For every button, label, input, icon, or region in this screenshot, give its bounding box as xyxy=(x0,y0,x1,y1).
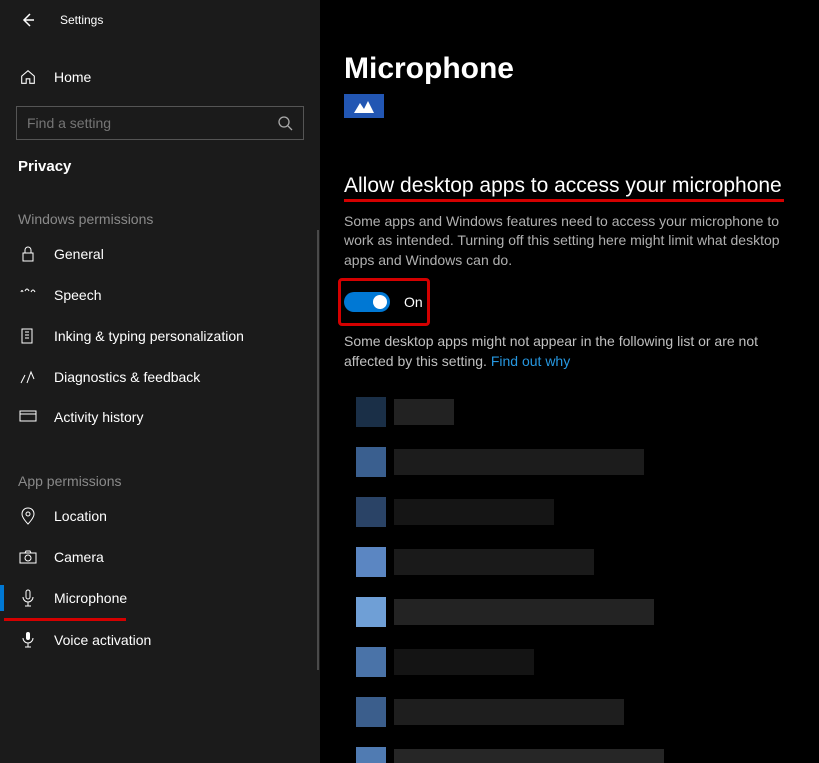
app-icon xyxy=(356,697,386,727)
diagnostics-icon xyxy=(18,369,38,385)
app-name-redacted xyxy=(394,549,594,575)
app-row xyxy=(356,687,789,737)
app-row xyxy=(356,637,789,687)
app-name-redacted xyxy=(394,649,534,675)
arrow-left-icon xyxy=(20,12,36,28)
sidebar-item-voice[interactable]: Voice activation xyxy=(0,619,320,661)
annotation-box xyxy=(338,278,430,326)
sidebar-item-camera[interactable]: Camera xyxy=(0,537,320,577)
app-row xyxy=(356,537,789,587)
app-tile-icon xyxy=(344,94,384,118)
toggle-note: Some desktop apps might not appear in th… xyxy=(344,332,784,371)
sidebar-item-speech[interactable]: Speech xyxy=(0,275,320,315)
app-icon xyxy=(356,447,386,477)
back-button[interactable] xyxy=(18,10,38,30)
home-icon xyxy=(18,68,38,86)
app-row xyxy=(356,387,789,437)
sidebar: Settings Home Privacy Windows permission… xyxy=(0,0,320,763)
nav-label: Location xyxy=(54,508,107,524)
section-description: Some apps and Windows features need to a… xyxy=(344,212,789,270)
sidebar-item-location[interactable]: Location xyxy=(0,495,320,537)
inking-icon xyxy=(18,327,38,345)
find-out-why-link[interactable]: Find out why xyxy=(491,353,570,369)
lock-icon xyxy=(18,245,38,263)
microphone-icon xyxy=(18,589,38,607)
app-icon xyxy=(356,547,386,577)
group-label-app-permissions: App permissions xyxy=(0,437,320,495)
nav-label: Voice activation xyxy=(54,632,151,648)
search-box[interactable] xyxy=(16,106,304,140)
sidebar-item-inking[interactable]: Inking & typing personalization xyxy=(0,315,320,357)
sidebar-scrollbar[interactable] xyxy=(317,230,319,670)
app-row xyxy=(356,437,789,487)
nav-label: Camera xyxy=(54,549,104,565)
voice-icon xyxy=(18,631,38,649)
app-name-redacted xyxy=(394,449,644,475)
nav-label: Activity history xyxy=(54,409,143,425)
app-icon xyxy=(356,647,386,677)
group-label-windows-permissions: Windows permissions xyxy=(0,175,320,233)
section-heading-text: Allow desktop apps to access your microp… xyxy=(344,174,782,197)
sidebar-item-home[interactable]: Home xyxy=(0,58,320,96)
search-input[interactable] xyxy=(27,115,267,131)
page-title: Microphone xyxy=(344,52,789,86)
sidebar-item-general[interactable]: General xyxy=(0,233,320,275)
search-icon xyxy=(277,115,293,131)
sidebar-item-microphone[interactable]: Microphone xyxy=(0,577,320,619)
desktop-apps-list xyxy=(356,387,789,763)
app-row xyxy=(356,737,789,763)
app-title: Settings xyxy=(60,13,103,27)
app-icon xyxy=(356,747,386,763)
sidebar-item-diagnostics[interactable]: Diagnostics & feedback xyxy=(0,357,320,397)
app-icon xyxy=(356,397,386,427)
nav-label: General xyxy=(54,246,104,262)
app-icon xyxy=(356,597,386,627)
app-name-redacted xyxy=(394,499,554,525)
sidebar-item-activity[interactable]: Activity history xyxy=(0,397,320,437)
app-row xyxy=(356,587,789,637)
annotation-underline xyxy=(344,199,784,202)
nav-label: Microphone xyxy=(54,590,127,606)
app-row xyxy=(356,487,789,537)
toggle-row: On xyxy=(344,292,789,312)
activity-icon xyxy=(18,410,38,424)
app-name-redacted xyxy=(394,699,624,725)
camera-icon xyxy=(18,550,38,564)
nav-label: Speech xyxy=(54,287,101,303)
current-category: Privacy xyxy=(0,140,320,175)
app-name-redacted xyxy=(394,399,454,425)
home-label: Home xyxy=(54,69,91,85)
nav-label: Inking & typing personalization xyxy=(54,328,244,344)
speech-icon xyxy=(18,287,38,303)
main-panel: Microphone Allow desktop apps to access … xyxy=(320,0,819,763)
app-name-redacted xyxy=(394,599,654,625)
location-icon xyxy=(18,507,38,525)
nav-label: Diagnostics & feedback xyxy=(54,369,200,385)
titlebar: Settings xyxy=(0,0,320,40)
app-icon xyxy=(356,497,386,527)
section-heading: Allow desktop apps to access your microp… xyxy=(344,174,782,198)
app-name-redacted xyxy=(394,749,664,763)
